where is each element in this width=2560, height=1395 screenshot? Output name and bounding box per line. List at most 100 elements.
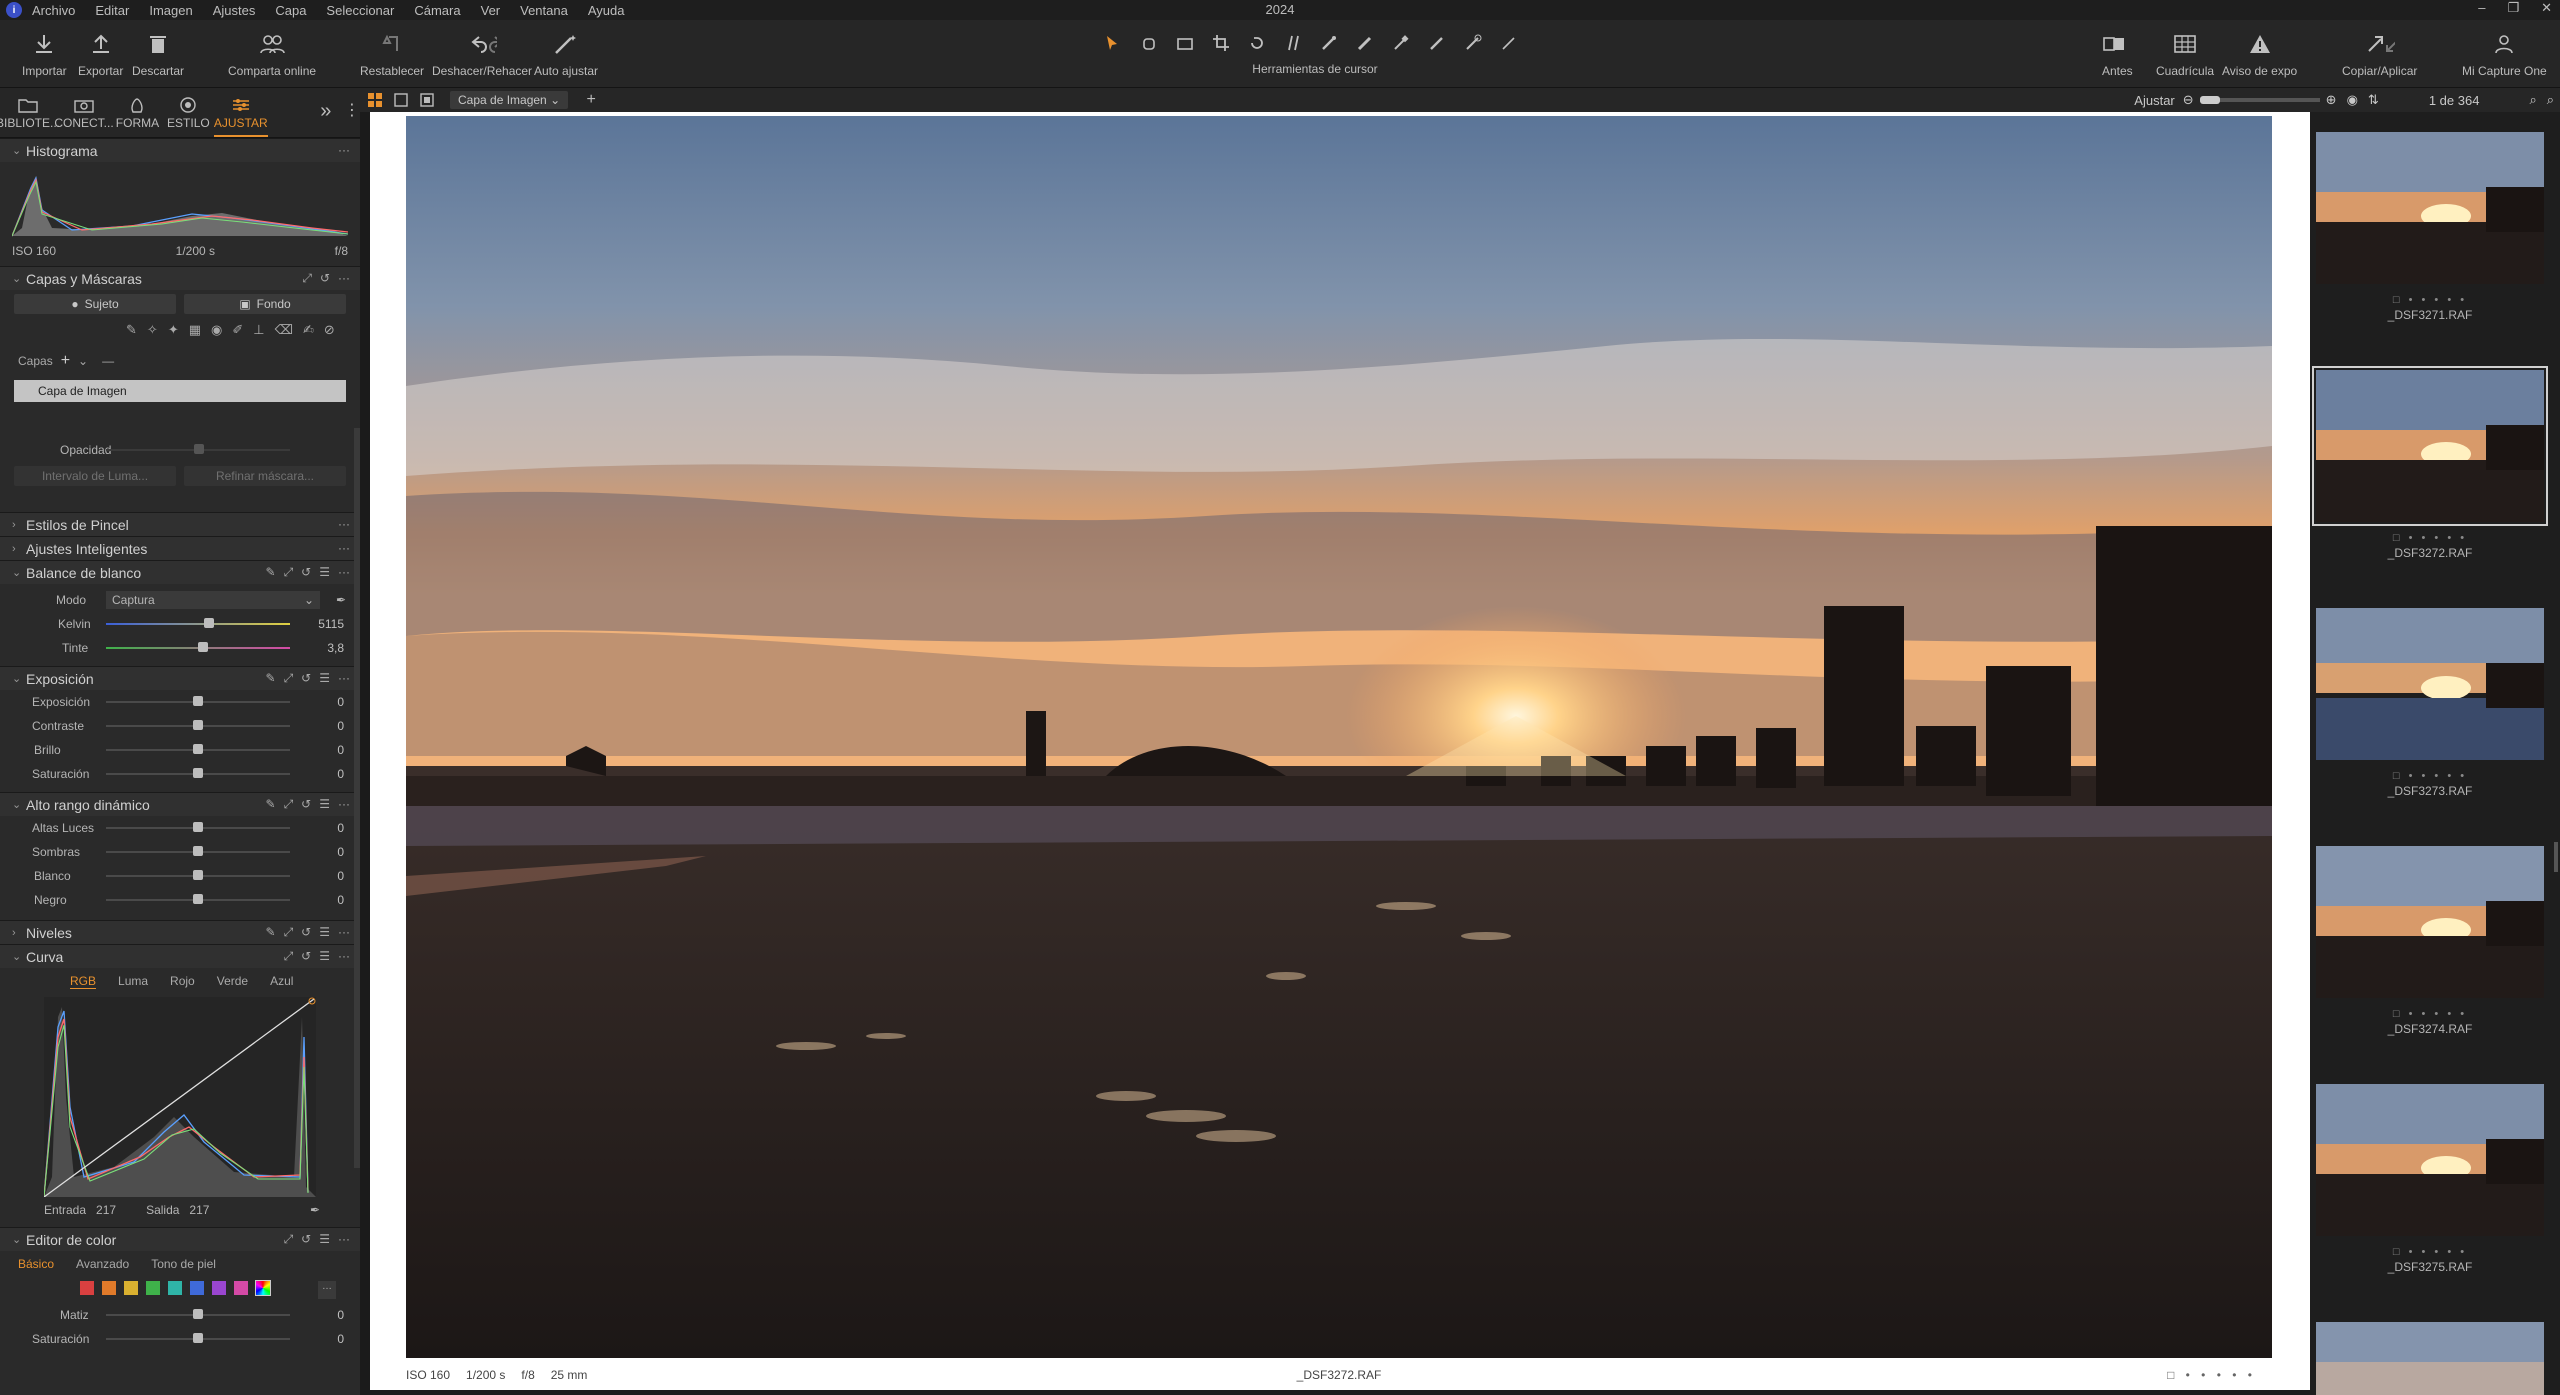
- rating-stars[interactable]: □ • • • • •: [2316, 532, 2544, 544]
- fill-mask-icon[interactable]: ⊘: [324, 322, 335, 338]
- zoom-slider[interactable]: [2199, 96, 2320, 104]
- account-button[interactable]: Mi Capture One: [2462, 28, 2547, 78]
- pan-icon[interactable]: [1136, 32, 1162, 54]
- search-icon[interactable]: ⌕: [2529, 92, 2536, 108]
- menu-archivo[interactable]: Archivo: [32, 3, 75, 18]
- thumbnail-selected[interactable]: □ • • • • • _DSF3272.RAF: [2312, 366, 2548, 560]
- more-colors-icon[interactable]: …: [318, 1281, 336, 1299]
- brightness-slider[interactable]: [106, 744, 290, 754]
- presets-icon[interactable]: ☰: [319, 925, 330, 940]
- reset-icon[interactable]: ↺: [301, 671, 311, 686]
- reset-icon[interactable]: ↺: [301, 925, 311, 940]
- maximize-icon[interactable]: ❐: [2507, 0, 2519, 16]
- magic-brush-icon[interactable]: ✧: [147, 322, 158, 338]
- brush-styles-header[interactable]: › Estilos de Pincel ···: [0, 512, 360, 536]
- highlights-slider[interactable]: [106, 822, 290, 832]
- curve-picker-icon[interactable]: ✒: [310, 1203, 320, 1217]
- menu-ver[interactable]: Ver: [481, 3, 501, 18]
- opacity-slider[interactable]: [106, 444, 290, 454]
- reset-icon[interactable]: ↺: [301, 797, 311, 812]
- rating-stars[interactable]: □ • • • • •: [2316, 1008, 2544, 1020]
- copy-apply-button[interactable]: Copiar/Aplicar: [2342, 28, 2417, 78]
- app-logo-icon[interactable]: i: [6, 2, 22, 18]
- zoom-out-icon[interactable]: ⊖: [2183, 92, 2194, 108]
- gradient-mask-icon[interactable]: [1424, 32, 1450, 54]
- gradient-icon[interactable]: ▦: [189, 322, 201, 338]
- pick-icon[interactable]: ✎: [266, 671, 276, 686]
- brush-icon[interactable]: [1352, 32, 1378, 54]
- color-saturation-slider[interactable]: [106, 1333, 290, 1343]
- presets-icon[interactable]: ☰: [319, 671, 330, 686]
- eyedropper-icon[interactable]: ✒: [336, 593, 346, 607]
- tab-rgb[interactable]: RGB: [70, 974, 97, 989]
- tint-slider[interactable]: [106, 642, 290, 652]
- import-button[interactable]: Importar: [22, 28, 67, 78]
- tab-advanced[interactable]: Avanzado: [76, 1257, 129, 1271]
- wb-mode-select[interactable]: Captura ⌄: [106, 591, 320, 609]
- tab-library[interactable]: BIBLIOTE...: [0, 88, 60, 137]
- menu-ajustes[interactable]: Ajustes: [213, 3, 256, 18]
- rating-stars[interactable]: □ • • • • •: [2316, 1246, 2544, 1258]
- panel-scrollbar[interactable]: [354, 428, 360, 1168]
- histogram-header[interactable]: ⌄ Histograma ···: [0, 138, 360, 162]
- compare-view-icon[interactable]: [416, 91, 438, 109]
- draw-mask-icon[interactable]: ✍: [303, 322, 314, 338]
- refine-mask-button[interactable]: Refinar máscara...: [184, 466, 346, 486]
- more-icon[interactable]: ···: [338, 925, 350, 940]
- thumbnail[interactable]: □ • • • • • _DSF3274.RAF: [2316, 846, 2544, 1036]
- crop-icon[interactable]: [1208, 32, 1234, 54]
- eraser-icon[interactable]: [1388, 32, 1414, 54]
- presets-icon[interactable]: ☰: [319, 565, 330, 580]
- thumbnail[interactable]: □ • • • • • _DSF3275.RAF: [2316, 1084, 2544, 1274]
- single-view-icon[interactable]: [390, 91, 412, 109]
- main-photo[interactable]: [406, 116, 2272, 1358]
- pick-icon[interactable]: ✎: [266, 797, 276, 812]
- more-icon[interactable]: ···: [338, 1232, 350, 1247]
- presets-icon[interactable]: ☰: [319, 949, 330, 964]
- erase-icon[interactable]: ⌫: [275, 322, 293, 338]
- undo-redo-button[interactable]: Deshacer/Rehacer: [432, 28, 532, 78]
- hue-slider[interactable]: [106, 1309, 290, 1319]
- swatch-red[interactable]: [80, 1281, 94, 1295]
- luma-range-button[interactable]: Intervalo de Luma...: [14, 466, 176, 486]
- curve-header[interactable]: ⌄ Curva ⤢ ↺ ☰ ···: [0, 944, 360, 968]
- more-icon[interactable]: ···: [338, 143, 350, 157]
- menu-capa[interactable]: Capa: [275, 3, 306, 18]
- thumbnail[interactable]: □ • • • • • _DSF3273.RAF: [2316, 608, 2544, 798]
- reset-icon[interactable]: ↺: [320, 271, 330, 286]
- more-icon[interactable]: ···: [338, 271, 350, 286]
- smart-adjust-header[interactable]: › Ajustes Inteligentes ···: [0, 536, 360, 560]
- expand-icon[interactable]: ⤢: [302, 271, 312, 286]
- swatch-all-colors[interactable]: [255, 1280, 271, 1296]
- proof-eye-icon[interactable]: ◉: [2347, 92, 2358, 108]
- more-icon[interactable]: ···: [338, 517, 350, 531]
- select-cursor-icon[interactable]: [1100, 32, 1126, 54]
- menu-imagen[interactable]: Imagen: [149, 3, 192, 18]
- swatch-orange[interactable]: [102, 1281, 116, 1295]
- expand-icon[interactable]: ⤢: [284, 797, 294, 812]
- share-button[interactable]: Comparta online: [228, 28, 316, 78]
- discard-button[interactable]: Descartar: [132, 28, 184, 78]
- pick-icon[interactable]: ✎: [266, 925, 276, 940]
- rating-stars[interactable]: □ • • • • •: [2316, 770, 2544, 782]
- export-button[interactable]: Exportar: [78, 28, 123, 78]
- expand-icon[interactable]: ⤢: [284, 925, 294, 940]
- menu-seleccionar[interactable]: Seleccionar: [326, 3, 394, 18]
- presets-icon[interactable]: ☰: [319, 1232, 330, 1247]
- swatch-green[interactable]: [146, 1281, 160, 1295]
- saturation-slider[interactable]: [106, 768, 290, 778]
- color-editor-header[interactable]: ⌄ Editor de color ⤢ ↺ ☰ ···: [0, 1227, 360, 1251]
- swatch-blue[interactable]: [190, 1281, 204, 1295]
- tab-skin-tone[interactable]: Tono de piel: [151, 1257, 216, 1271]
- thumbnail[interactable]: □ • • • • • _DSF3271.RAF: [2316, 132, 2544, 322]
- sort-icon[interactable]: ⇅: [2368, 92, 2379, 108]
- stamp-icon[interactable]: ⊥: [253, 322, 264, 338]
- kelvin-slider[interactable]: [106, 618, 290, 628]
- tab-style[interactable]: ESTILO: [163, 88, 214, 137]
- menu-camara[interactable]: Cámara: [414, 3, 460, 18]
- more-menu-icon[interactable]: ⋮: [344, 88, 360, 137]
- swatch-magenta[interactable]: [234, 1281, 248, 1295]
- pick-icon[interactable]: ✎: [266, 565, 276, 580]
- reset-icon[interactable]: ↺: [301, 565, 311, 580]
- tab-capture[interactable]: CONECT...: [54, 88, 114, 137]
